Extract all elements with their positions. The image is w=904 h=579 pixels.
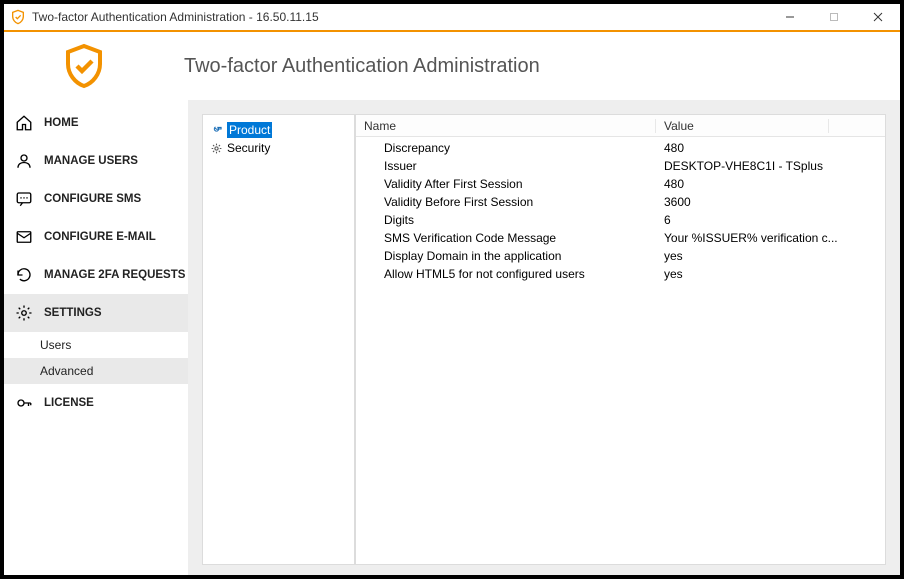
tree-item-label: Product bbox=[227, 122, 272, 138]
settings-tree-panel: Product Security bbox=[202, 114, 355, 565]
cog-small-icon bbox=[209, 141, 223, 155]
sidebar-item-configure-email[interactable]: CONFIGURE E-MAIL bbox=[4, 218, 188, 256]
window-close-button[interactable] bbox=[856, 3, 900, 31]
setting-name: Validity After First Session bbox=[356, 176, 656, 192]
refresh-icon bbox=[14, 265, 34, 285]
table-row[interactable]: Issuer DESKTOP-VHE8C1I - TSplus bbox=[356, 157, 885, 175]
table-row[interactable]: SMS Verification Code Message Your %ISSU… bbox=[356, 229, 885, 247]
table-header: Name Value bbox=[356, 115, 885, 137]
setting-value: Your %ISSUER% verification c... bbox=[656, 230, 885, 246]
sidebar-item-label: MANAGE USERS bbox=[44, 155, 138, 167]
setting-name: Allow HTML5 for not configured users bbox=[356, 266, 656, 282]
table-header-value[interactable]: Value bbox=[656, 119, 829, 133]
table-body: Discrepancy 480 Issuer DESKTOP-VHE8C1I -… bbox=[356, 137, 885, 564]
setting-name: Validity Before First Session bbox=[356, 194, 656, 210]
setting-name: Discrepancy bbox=[356, 140, 656, 156]
setting-value: 3600 bbox=[656, 194, 885, 210]
setting-name: Display Domain in the application bbox=[356, 248, 656, 264]
sidebar-item-label: MANAGE 2FA REQUESTS bbox=[44, 269, 185, 281]
sidebar-item-manage-users[interactable]: MANAGE USERS bbox=[4, 142, 188, 180]
setting-name: SMS Verification Code Message bbox=[356, 230, 656, 246]
titlebar: Two-factor Authentication Administration… bbox=[4, 4, 900, 32]
sidebar-sub-users[interactable]: Users bbox=[4, 332, 188, 358]
setting-value: 480 bbox=[656, 176, 885, 192]
email-icon bbox=[14, 227, 34, 247]
sidebar-item-license[interactable]: LICENSE bbox=[4, 384, 188, 422]
table-row[interactable]: Display Domain in the application yes bbox=[356, 247, 885, 265]
table-row[interactable]: Validity Before First Session 3600 bbox=[356, 193, 885, 211]
settings-table-panel: Name Value Discrepancy 480 Issuer DESKTO… bbox=[355, 114, 886, 565]
setting-value: yes bbox=[656, 266, 885, 282]
sms-icon bbox=[14, 189, 34, 209]
app-shield-icon bbox=[10, 9, 26, 25]
wrench-icon bbox=[209, 123, 223, 137]
window-title: Two-factor Authentication Administration… bbox=[32, 10, 319, 24]
page-title: Two-factor Authentication Administration bbox=[184, 55, 540, 78]
sidebar-item-label: LICENSE bbox=[44, 397, 94, 409]
table-row[interactable]: Digits 6 bbox=[356, 211, 885, 229]
sidebar-sub-label: Users bbox=[40, 338, 71, 352]
setting-value: yes bbox=[656, 248, 885, 264]
sidebar-sub-advanced[interactable]: Advanced bbox=[4, 358, 188, 384]
setting-value: 6 bbox=[656, 212, 885, 228]
setting-name: Issuer bbox=[356, 158, 656, 174]
sidebar-item-label: SETTINGS bbox=[44, 307, 102, 319]
table-row[interactable]: Allow HTML5 for not configured users yes bbox=[356, 265, 885, 283]
sidebar-item-configure-sms[interactable]: CONFIGURE SMS bbox=[4, 180, 188, 218]
home-icon bbox=[14, 113, 34, 133]
sidebar-item-settings[interactable]: SETTINGS bbox=[4, 294, 188, 332]
table-row[interactable]: Validity After First Session 480 bbox=[356, 175, 885, 193]
header: Two-factor Authentication Administration bbox=[4, 32, 900, 100]
sidebar-item-home[interactable]: HOME bbox=[4, 104, 188, 142]
sidebar-item-label: CONFIGURE SMS bbox=[44, 193, 141, 205]
window-minimize-button[interactable] bbox=[768, 3, 812, 31]
setting-name: Digits bbox=[356, 212, 656, 228]
gear-icon bbox=[14, 303, 34, 323]
key-icon bbox=[14, 393, 34, 413]
sidebar-sub-label: Advanced bbox=[40, 364, 93, 378]
user-icon bbox=[14, 151, 34, 171]
sidebar-item-label: HOME bbox=[44, 117, 79, 129]
tree-item-label: Security bbox=[227, 140, 270, 156]
setting-value: DESKTOP-VHE8C1I - TSplus bbox=[656, 158, 885, 174]
header-shield-logo bbox=[60, 42, 108, 90]
window-maximize-button[interactable] bbox=[812, 3, 856, 31]
sidebar: HOME MANAGE USERS CONFIGURE SMS CONFIGUR… bbox=[4, 100, 188, 575]
tree-item-security[interactable]: Security bbox=[207, 139, 350, 157]
sidebar-item-label: CONFIGURE E-MAIL bbox=[44, 231, 156, 243]
main-content: Product Security Name Value bbox=[188, 100, 900, 575]
table-row[interactable]: Discrepancy 480 bbox=[356, 139, 885, 157]
tree-item-product[interactable]: Product bbox=[207, 121, 350, 139]
setting-value: 480 bbox=[656, 140, 885, 156]
table-header-name[interactable]: Name bbox=[356, 119, 656, 133]
sidebar-item-manage-2fa-requests[interactable]: MANAGE 2FA REQUESTS bbox=[4, 256, 188, 294]
